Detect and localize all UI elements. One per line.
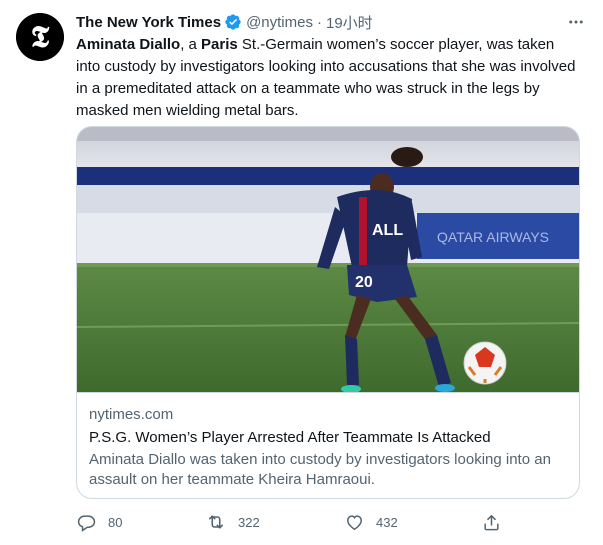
- tweet[interactable]: 𝕿 The New York Times @nytimes · 19小时 Ami…: [0, 0, 603, 545]
- card-description: Aminata Diallo was taken into custody by…: [89, 451, 551, 488]
- tweet-timestamp[interactable]: 19小时: [326, 12, 373, 33]
- mention-paris[interactable]: Paris: [201, 36, 238, 53]
- like-button[interactable]: 432: [344, 510, 398, 534]
- verified-badge-icon: [224, 13, 242, 31]
- reply-count: 80: [108, 514, 123, 530]
- link-card[interactable]: QATAR AIRWAYS ALL 20 nytimes.com P.S.G. …: [76, 126, 580, 499]
- author-handle[interactable]: @nytimes: [246, 14, 313, 31]
- card-title: P.S.G. Women’s Player Arrested After Tea…: [89, 429, 491, 446]
- tweet-actions: 80 322 432: [76, 510, 516, 534]
- svg-text:𝕿: 𝕿: [31, 21, 50, 54]
- author-display-name[interactable]: The New York Times: [76, 14, 221, 31]
- retweet-icon: [206, 512, 226, 532]
- share-button[interactable]: [481, 510, 501, 534]
- tweet-text: Aminata Diallo, a Paris St.-Germain wome…: [76, 34, 576, 122]
- reply-button[interactable]: 80: [76, 510, 122, 534]
- card-body[interactable]: nytimes.com P.S.G. Women’s Player Arrest…: [77, 392, 579, 498]
- share-icon: [481, 512, 501, 532]
- nyt-logo-icon: 𝕿: [16, 13, 64, 61]
- retweet-count: 322: [238, 514, 260, 530]
- mention-aminata-diallo[interactable]: Aminata Diallo: [76, 36, 180, 53]
- comment-icon: [76, 512, 96, 532]
- jersey-number: 20: [355, 274, 373, 291]
- card-domain: nytimes.com: [89, 406, 174, 423]
- jersey-sponsor: ALL: [372, 222, 403, 239]
- card-image[interactable]: QATAR AIRWAYS ALL 20: [77, 127, 579, 392]
- heart-icon: [344, 512, 364, 532]
- retweet-button[interactable]: 322: [206, 510, 260, 534]
- more-options-icon[interactable]: [565, 12, 587, 32]
- svg-text:QATAR AIRWAYS: QATAR AIRWAYS: [437, 229, 549, 245]
- tweet-text-segment: , a: [180, 36, 202, 53]
- tweet-header: The New York Times @nytimes · 19小时: [76, 12, 583, 32]
- avatar[interactable]: 𝕿: [16, 13, 64, 61]
- like-count: 432: [376, 514, 398, 530]
- separator-dot: ·: [316, 13, 322, 31]
